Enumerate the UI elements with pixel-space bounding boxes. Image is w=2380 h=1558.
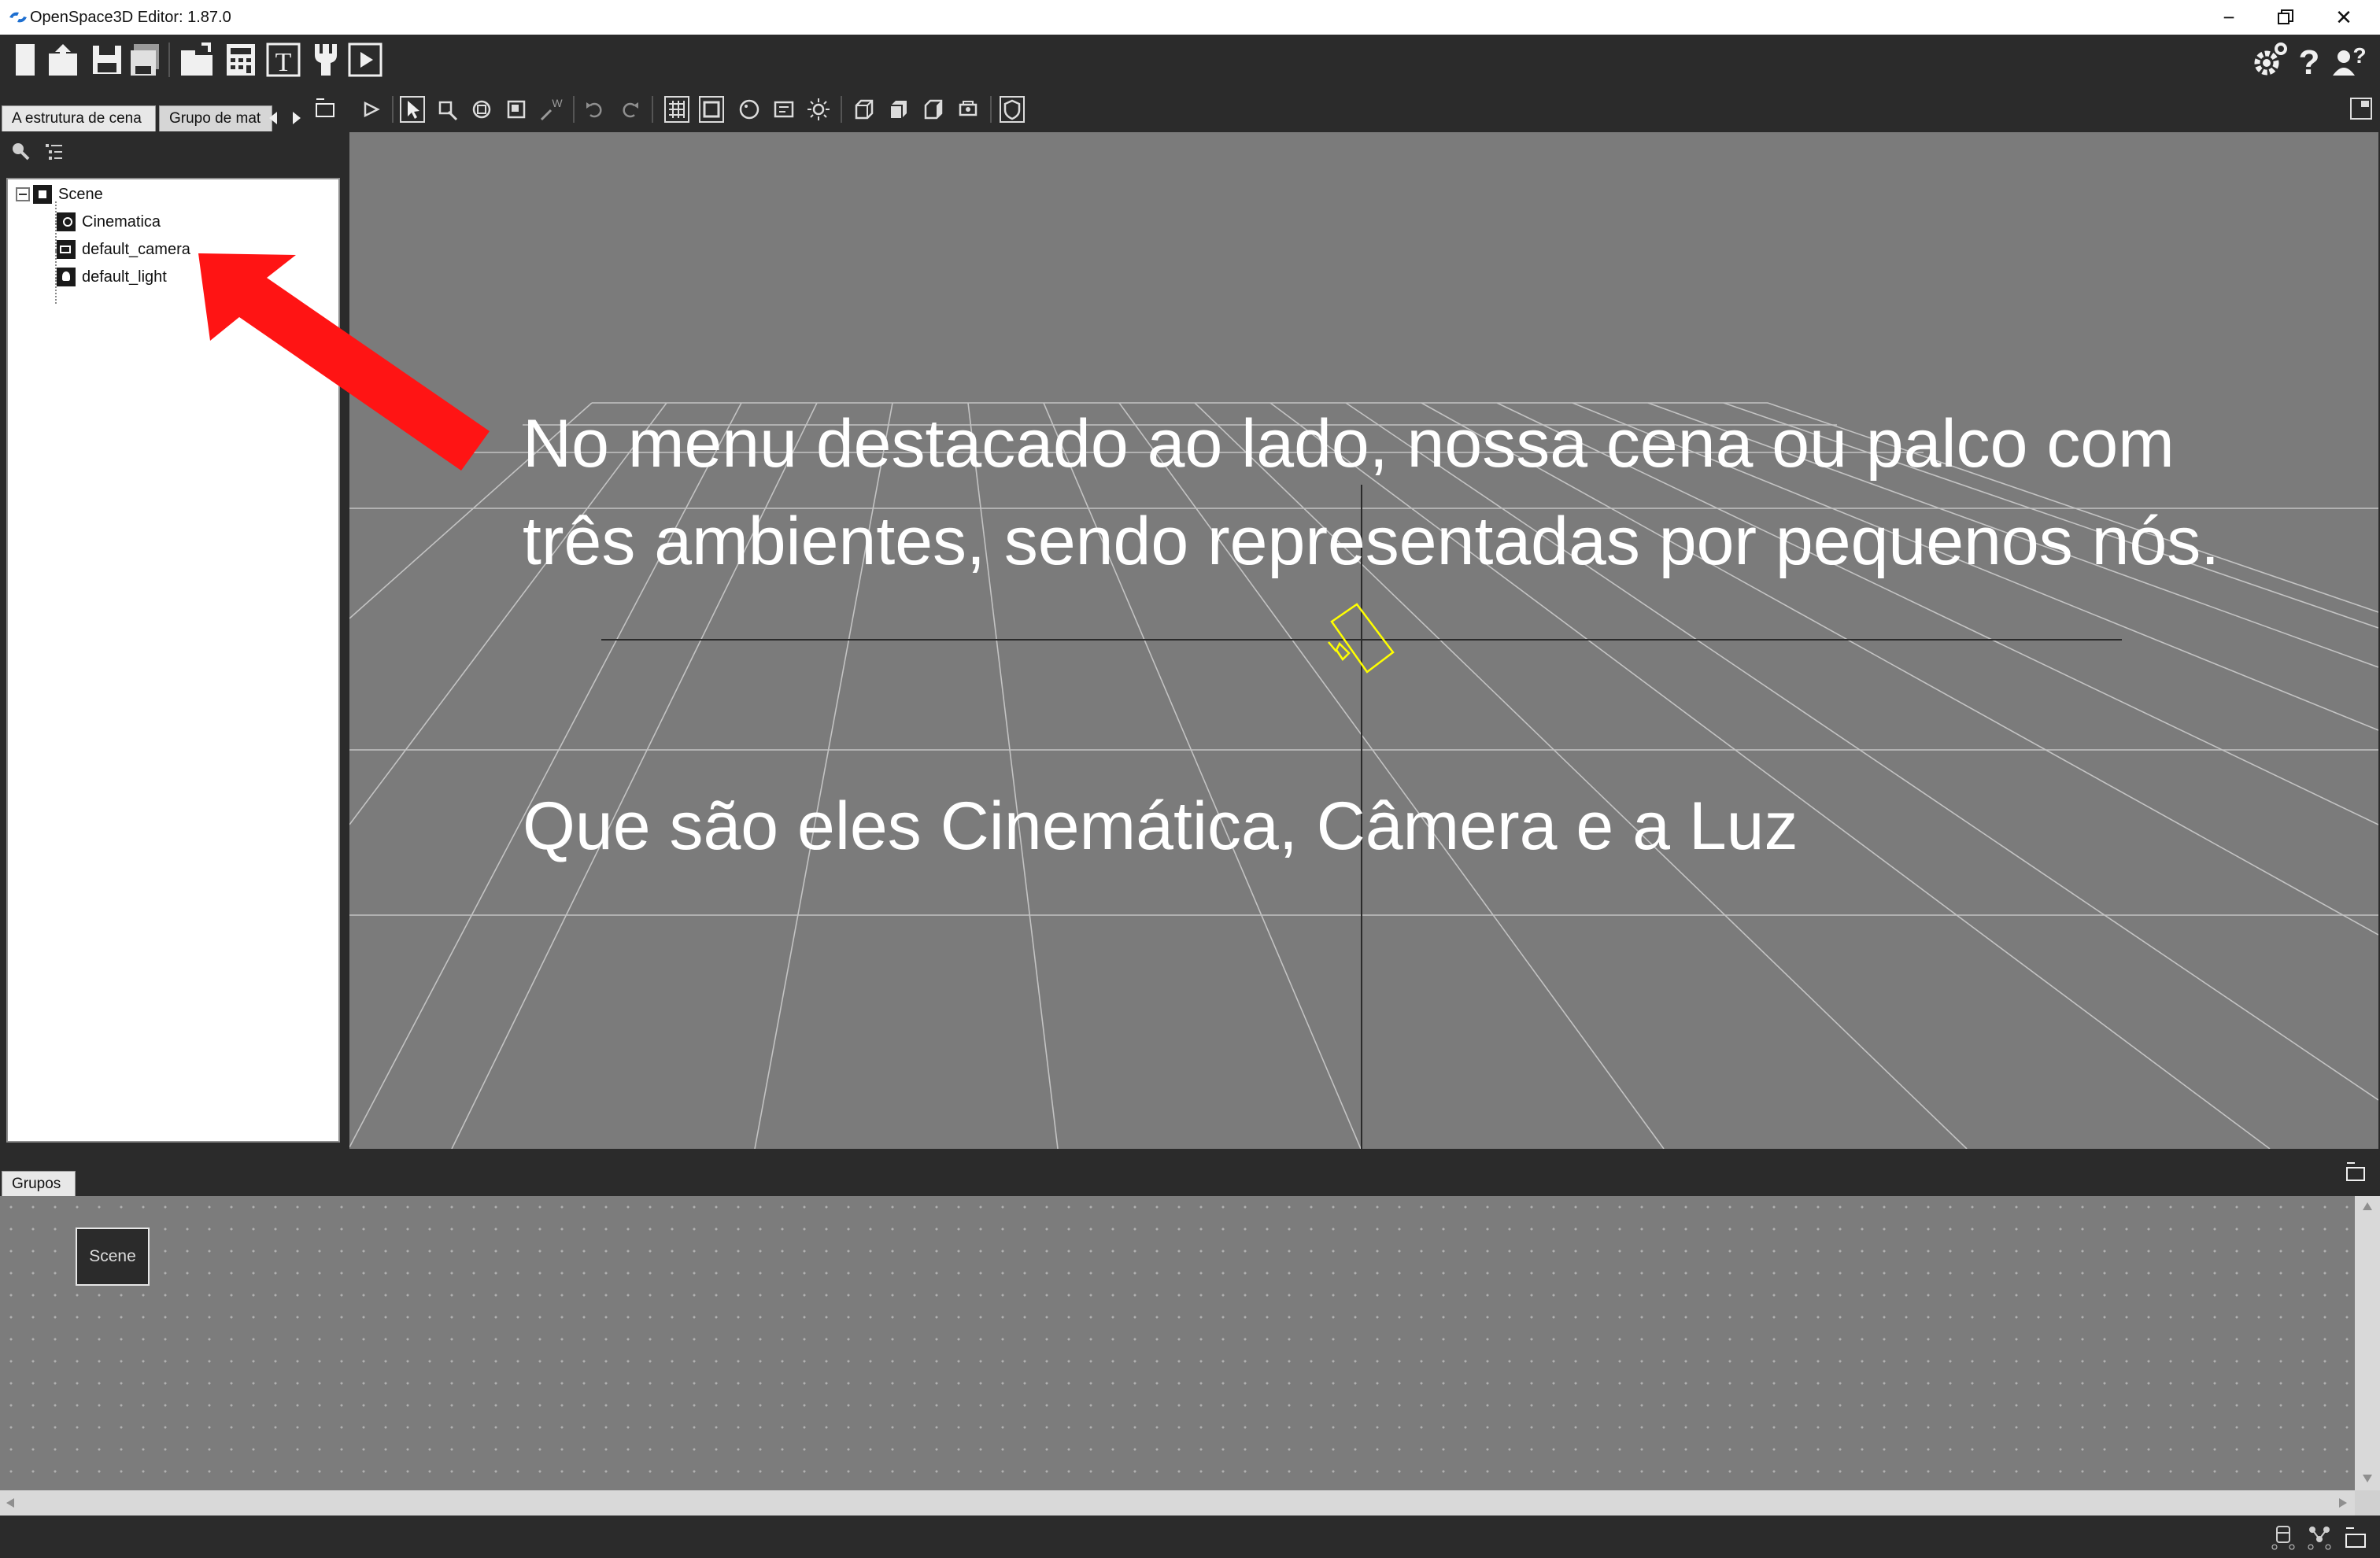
scroll-right-icon[interactable] bbox=[2338, 1497, 2349, 1509]
network-icon bbox=[2308, 1527, 2331, 1550]
tab-groups[interactable]: Grupos bbox=[2, 1171, 76, 1197]
maximize-panel-icon[interactable] bbox=[2344, 1160, 2367, 1183]
scene-group-node[interactable]: Scene bbox=[76, 1228, 150, 1286]
status-bar bbox=[0, 1516, 2380, 1558]
groups-canvas[interactable] bbox=[0, 1196, 2355, 1490]
horizontal-scrollbar[interactable] bbox=[0, 1490, 2355, 1516]
scrollbar-corner bbox=[2355, 1490, 2380, 1516]
vertical-scrollbar[interactable] bbox=[2355, 1196, 2380, 1490]
scroll-left-icon[interactable] bbox=[5, 1497, 16, 1509]
scroll-down-icon[interactable] bbox=[2361, 1473, 2374, 1484]
memory-icon bbox=[2271, 1526, 2295, 1550]
restore-panel-icon[interactable] bbox=[2342, 1523, 2369, 1550]
scroll-up-icon[interactable] bbox=[2361, 1201, 2374, 1212]
groups-panel-header: Grupos bbox=[0, 1149, 2380, 1197]
